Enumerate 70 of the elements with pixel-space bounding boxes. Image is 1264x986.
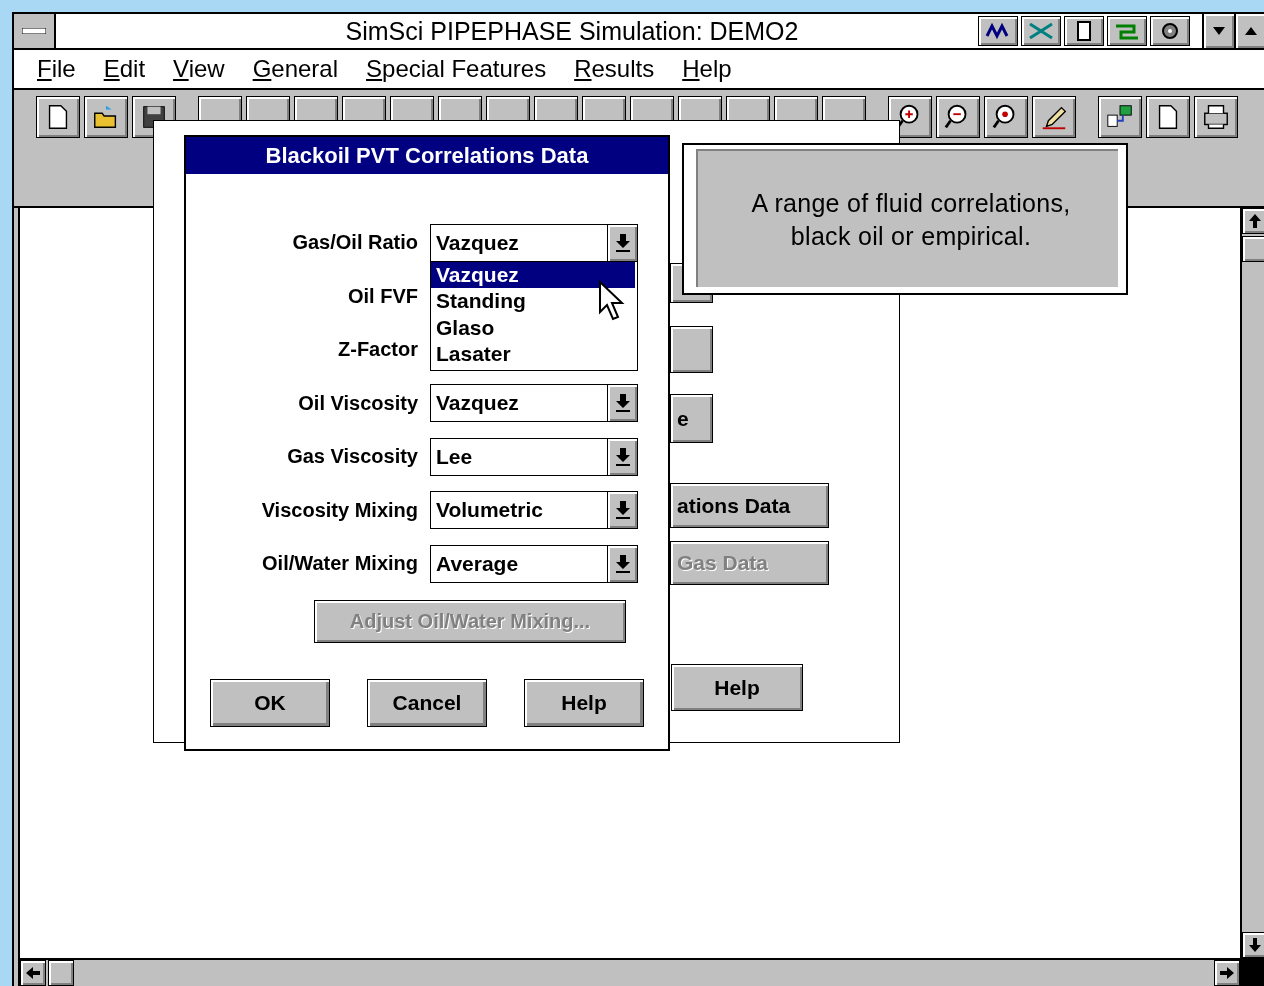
toolbar-button[interactable] [1098, 96, 1142, 138]
scroll-down-button[interactable] [1242, 932, 1264, 958]
app-shortcut-button[interactable] [978, 16, 1018, 46]
app-shortcut-button[interactable] [1150, 16, 1190, 46]
dialog-button[interactable]: e [670, 394, 713, 443]
scroll-right-button[interactable] [1214, 960, 1240, 986]
field-label: Oil FVF [348, 284, 418, 308]
scroll-left-button[interactable] [20, 960, 46, 986]
menu-item[interactable]: File [34, 55, 91, 83]
down-arrow-icon [1249, 938, 1261, 952]
menu-item[interactable]: Special Features [363, 55, 562, 83]
field-label: Gas Viscosity [287, 445, 418, 469]
menu-item[interactable]: Help [679, 55, 747, 83]
up-triangle-icon [1245, 27, 1257, 35]
left-arrow-icon [26, 967, 40, 979]
field-label: Oil/Water Mixing [262, 552, 418, 576]
list-option[interactable]: Standing [431, 288, 635, 315]
down-triangle-icon [1213, 27, 1225, 35]
field-label: Oil Viscosity [298, 391, 418, 415]
menu-item[interactable]: Edit [100, 55, 161, 83]
scroll-thumb[interactable] [1242, 236, 1264, 262]
toolbar-button[interactable] [1194, 96, 1238, 138]
app-shortcut-button[interactable] [1064, 16, 1104, 46]
window-title: SimSci PIPEPHASE Simulation: DEMO2 [344, 16, 800, 47]
field-label: Gas/Oil Ratio [292, 231, 418, 255]
vertical-scrollbar[interactable] [1240, 208, 1264, 958]
minimize-button[interactable] [1202, 14, 1234, 48]
dialog-button[interactable]: Help [671, 664, 803, 711]
right-arrow-icon [1220, 967, 1234, 979]
dropdown[interactable]: Volumetric [430, 491, 638, 530]
list-option[interactable]: Vazquez [431, 261, 635, 289]
field-label: Z-Factor [338, 338, 418, 362]
dropdown-arrow-icon [615, 554, 630, 573]
dropdown-arrow-icon [615, 447, 630, 466]
dialog-title: Blackoil PVT Correlations Data [186, 137, 668, 174]
toolbar-button[interactable] [84, 96, 128, 138]
up-arrow-icon [1249, 214, 1261, 228]
dropdown-arrow-icon [615, 394, 630, 413]
toolbar-button[interactable] [1032, 96, 1076, 138]
list-option[interactable]: Lasater [431, 341, 635, 368]
toolbar-button[interactable] [984, 96, 1028, 138]
scroll-up-button[interactable] [1242, 208, 1264, 234]
dropdown-arrow-icon [615, 233, 630, 252]
menu-item[interactable]: Results [571, 55, 670, 83]
dropdown[interactable]: Vazquez [430, 384, 638, 423]
dialog-button[interactable] [670, 326, 713, 373]
dialog-button[interactable]: OK [210, 678, 330, 727]
printer-icon [1201, 102, 1231, 132]
menu-item[interactable]: General [249, 55, 354, 83]
menu-item[interactable]: View [170, 55, 240, 83]
maximize-button[interactable] [1234, 14, 1264, 48]
toolbar-button[interactable] [936, 96, 980, 138]
toolbar-button[interactable] [1146, 96, 1190, 138]
toolbar-button[interactable] [36, 96, 80, 138]
tooltip-text: A range of fluid correlations, black oil or empirical. [751, 188, 1071, 252]
horizontal-scrollbar[interactable] [20, 960, 1240, 986]
dropdown[interactable]: Lee [430, 437, 638, 476]
dialog-button[interactable]: ations Data [670, 483, 829, 528]
dialog-button[interactable]: Cancel [367, 678, 487, 727]
dash-icon [22, 28, 46, 34]
dropdown[interactable]: Average [430, 544, 638, 583]
dropdown-arrow-icon [615, 501, 630, 520]
mouse-cursor-icon [598, 280, 626, 322]
system-menu-button[interactable] [14, 14, 56, 48]
scroll-thumb[interactable] [48, 960, 74, 986]
list-option[interactable]: Glaso [431, 314, 635, 342]
app-shortcut-button[interactable] [1107, 16, 1147, 46]
app-shortcut-button[interactable] [1021, 16, 1061, 46]
dialog-button[interactable]: Help [524, 678, 644, 727]
field-label: Viscosity Mixing [261, 498, 418, 522]
